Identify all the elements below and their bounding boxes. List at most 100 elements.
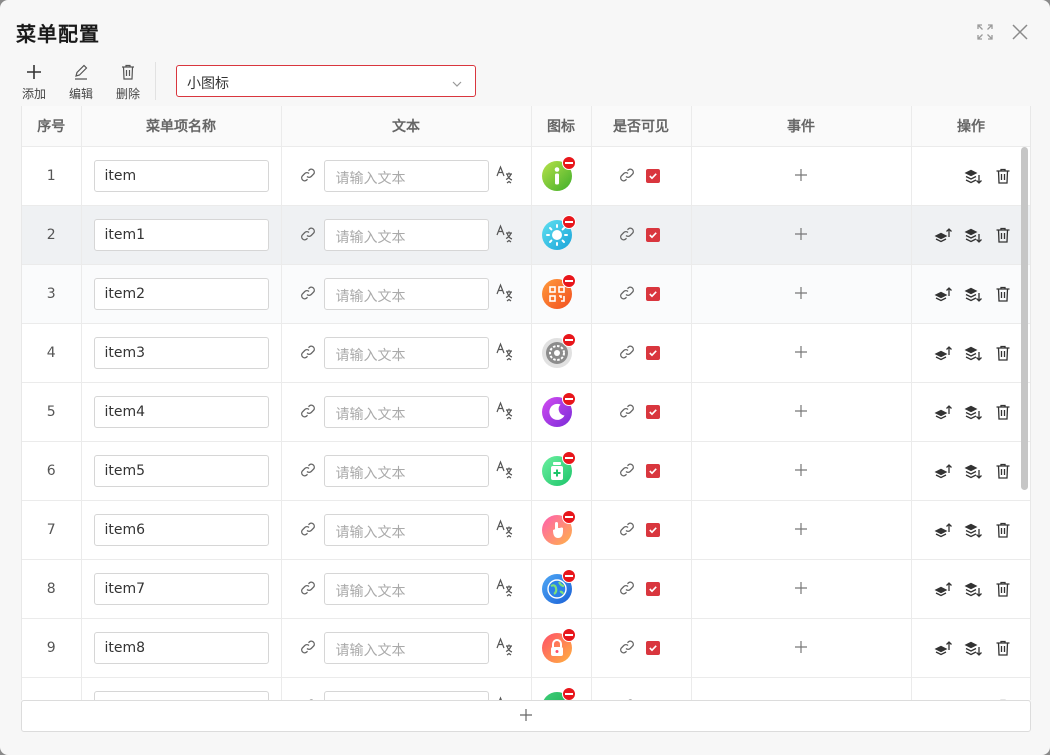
link-icon[interactable]: [618, 284, 636, 306]
move-down-icon[interactable]: [964, 639, 983, 658]
move-up-icon[interactable]: [934, 344, 953, 363]
table-scrollbar[interactable]: [1021, 147, 1028, 490]
link-icon[interactable]: [299, 284, 317, 306]
menu-item-text-input[interactable]: 请输入文本: [323, 336, 489, 369]
translate-icon[interactable]: [495, 636, 515, 661]
add-event-button[interactable]: [791, 519, 811, 539]
translate-icon[interactable]: [495, 341, 515, 366]
visible-checkbox[interactable]: [645, 522, 660, 537]
delete-row-icon[interactable]: [994, 580, 1013, 599]
menu-item-name-input[interactable]: item4: [93, 395, 269, 428]
remove-icon-badge[interactable]: [561, 155, 576, 170]
link-icon[interactable]: [299, 638, 317, 660]
delete-row-icon[interactable]: [994, 403, 1013, 422]
visible-checkbox[interactable]: [645, 640, 660, 655]
remove-icon-badge[interactable]: [561, 273, 576, 288]
moon-icon[interactable]: [541, 391, 576, 427]
remove-icon-badge[interactable]: [561, 627, 576, 642]
delete-row-icon[interactable]: [994, 344, 1013, 363]
chat-icon[interactable]: [541, 686, 576, 700]
add-button[interactable]: 添加: [14, 62, 54, 102]
menu-item-text-input[interactable]: 请输入文本: [323, 218, 489, 251]
move-up-icon[interactable]: [934, 226, 953, 245]
move-down-icon[interactable]: [964, 521, 983, 540]
add-event-button[interactable]: [791, 578, 811, 598]
link-icon[interactable]: [299, 225, 317, 247]
move-down-icon[interactable]: [964, 226, 983, 245]
move-up-icon[interactable]: [934, 285, 953, 304]
delete-row-icon[interactable]: [994, 167, 1013, 186]
add-event-button[interactable]: [791, 165, 811, 185]
qr-code-icon[interactable]: [541, 273, 576, 309]
touch-hand-icon[interactable]: [541, 509, 576, 545]
translate-icon[interactable]: [495, 223, 515, 248]
add-event-button[interactable]: [791, 460, 811, 480]
link-icon[interactable]: [299, 402, 317, 424]
move-down-icon[interactable]: [964, 167, 983, 186]
move-down-icon[interactable]: [964, 344, 983, 363]
visible-checkbox[interactable]: [645, 286, 660, 301]
translate-icon[interactable]: [495, 164, 515, 189]
move-up-icon[interactable]: [934, 580, 953, 599]
link-icon[interactable]: [299, 461, 317, 483]
move-up-icon[interactable]: [934, 521, 953, 540]
link-icon[interactable]: [618, 638, 636, 660]
menu-item-name-input[interactable]: [93, 690, 269, 700]
move-down-icon[interactable]: [964, 462, 983, 481]
menu-item-text-input[interactable]: 请输入文本: [323, 513, 489, 546]
menu-item-text-input[interactable]: 请输入文本: [323, 454, 489, 487]
globe-icon[interactable]: [541, 568, 576, 604]
delete-row-icon[interactable]: [994, 226, 1013, 245]
menu-item-name-input[interactable]: item6: [93, 513, 269, 546]
visible-checkbox[interactable]: [645, 463, 660, 478]
add-event-button[interactable]: [791, 283, 811, 303]
menu-item-name-input[interactable]: item: [93, 159, 269, 192]
remove-icon-badge[interactable]: [561, 568, 576, 583]
visible-checkbox[interactable]: [645, 404, 660, 419]
delete-row-icon[interactable]: [994, 462, 1013, 481]
icon-size-select[interactable]: 小图标: [176, 65, 476, 97]
menu-item-name-input[interactable]: item2: [93, 277, 269, 310]
link-icon[interactable]: [618, 520, 636, 542]
menu-item-name-input[interactable]: item8: [93, 631, 269, 664]
menu-item-text-input[interactable]: 请输入文本: [323, 159, 489, 192]
remove-icon-badge[interactable]: [561, 391, 576, 406]
move-down-icon[interactable]: [964, 285, 983, 304]
delete-row-icon[interactable]: [994, 521, 1013, 540]
add-event-button[interactable]: [791, 401, 811, 421]
move-down-icon[interactable]: [964, 580, 983, 599]
fullscreen-icon[interactable]: [973, 20, 997, 44]
menu-item-text-input[interactable]: 请输入文本: [323, 631, 489, 664]
remove-icon-badge[interactable]: [561, 509, 576, 524]
menu-item-name-input[interactable]: item5: [93, 454, 269, 487]
visible-checkbox[interactable]: [645, 168, 660, 183]
visible-checkbox[interactable]: [645, 345, 660, 360]
menu-item-text-input[interactable]: 请输入文本: [323, 690, 489, 700]
move-up-icon[interactable]: [934, 462, 953, 481]
menu-item-name-input[interactable]: item7: [93, 572, 269, 605]
brightness-icon[interactable]: [541, 214, 576, 250]
add-row-button[interactable]: [21, 700, 1031, 732]
menu-item-text-input[interactable]: 请输入文本: [323, 572, 489, 605]
menu-item-name-input[interactable]: item1: [93, 218, 269, 251]
add-event-button[interactable]: [791, 637, 811, 657]
translate-icon[interactable]: [495, 518, 515, 543]
remove-icon-badge[interactable]: [561, 450, 576, 465]
menu-item-text-input[interactable]: 请输入文本: [323, 277, 489, 310]
remove-icon-badge[interactable]: [561, 332, 576, 347]
link-icon[interactable]: [618, 461, 636, 483]
translate-icon[interactable]: [495, 577, 515, 602]
remove-icon-badge[interactable]: [561, 686, 576, 700]
add-event-button[interactable]: [791, 342, 811, 362]
menu-item-text-input[interactable]: 请输入文本: [323, 395, 489, 428]
add-event-button[interactable]: [791, 224, 811, 244]
link-icon[interactable]: [299, 343, 317, 365]
link-icon[interactable]: [299, 579, 317, 601]
info-icon[interactable]: [541, 155, 576, 191]
delete-button[interactable]: 删除: [108, 62, 148, 102]
translate-icon[interactable]: [495, 282, 515, 307]
delete-row-icon[interactable]: [994, 285, 1013, 304]
link-icon[interactable]: [618, 166, 636, 188]
remove-icon-badge[interactable]: [561, 214, 576, 229]
delete-row-icon[interactable]: [994, 639, 1013, 658]
